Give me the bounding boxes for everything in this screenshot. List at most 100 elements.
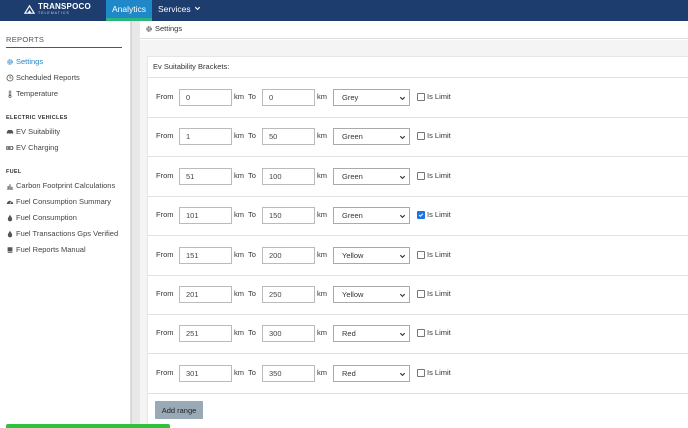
is-limit-checkbox[interactable]: [417, 369, 425, 377]
sidebar-scrollbar[interactable]: [131, 21, 140, 428]
is-limit-checkbox[interactable]: [417, 329, 425, 337]
from-label: From: [156, 92, 174, 101]
sidebar: [0, 21, 131, 428]
sidebar-item-label: EV Charging: [16, 143, 59, 152]
sidebar-item-label: Carbon Footprint Calculations: [16, 181, 116, 190]
nav-services[interactable]: Services: [158, 0, 201, 17]
km-unit-label: km: [234, 92, 244, 101]
breadcrumb-bar: [140, 21, 688, 39]
color-select[interactable]: Red: [333, 324, 410, 342]
sidebar-item-fuel-transactions-gps[interactable]: Fuel Transactions Gps Verified: [6, 229, 118, 238]
chevron-down-icon: [399, 254, 406, 258]
row-divider: [147, 353, 688, 354]
to-label: To: [248, 289, 256, 298]
chevron-down-icon: [399, 293, 406, 297]
loading-progress-bar: [6, 424, 170, 428]
from-label: From: [156, 250, 174, 259]
is-limit-label: Is Limit: [427, 210, 451, 219]
chevron-down-icon: [399, 135, 406, 139]
color-select[interactable]: Yellow: [333, 285, 410, 303]
nav-services-label: Services: [158, 3, 191, 14]
color-select[interactable]: Green: [333, 206, 410, 224]
dashboard-icon: [6, 200, 14, 204]
color-select-value: Red: [342, 368, 356, 378]
to-km-input[interactable]: 350: [262, 364, 315, 382]
to-label: To: [248, 368, 256, 377]
km-unit-label: km: [234, 131, 244, 140]
to-km-input[interactable]: 250: [262, 285, 315, 303]
km-unit-label: km: [317, 131, 327, 140]
color-select[interactable]: Green: [333, 167, 410, 185]
from-km-input[interactable]: 251: [179, 324, 232, 342]
sidebar-item-label: Fuel Transactions Gps Verified: [16, 229, 119, 238]
sidebar-item-scheduled-reports[interactable]: Scheduled Reports: [6, 73, 80, 82]
is-limit-checkbox[interactable]: [417, 290, 425, 298]
bar-chart-icon: [6, 183, 14, 190]
sidebar-item-ev-charging[interactable]: EV Charging: [6, 143, 59, 152]
from-km-input[interactable]: 301: [179, 364, 232, 382]
drop-icon: [7, 214, 13, 221]
from-label: From: [156, 131, 174, 140]
sidebar-item-carbon-footprint[interactable]: Carbon Footprint Calculations: [6, 181, 115, 190]
color-select-value: Green: [342, 171, 363, 181]
from-km-input[interactable]: 1: [179, 127, 232, 145]
to-label: To: [248, 131, 256, 140]
add-range-label: Add range: [161, 405, 197, 415]
from-km-input[interactable]: 201: [179, 285, 232, 303]
is-limit-label: Is Limit: [427, 328, 451, 337]
sidebar-section-ev: ELECTRIC VEHICLES: [6, 115, 68, 121]
is-limit-label: Is Limit: [427, 368, 451, 377]
color-select-value: Yellow: [342, 250, 364, 260]
color-select[interactable]: Yellow: [333, 246, 410, 264]
color-select[interactable]: Red: [333, 364, 410, 382]
from-km-input[interactable]: 51: [179, 167, 232, 185]
from-km-input[interactable]: 151: [179, 246, 232, 264]
transpoco-logo[interactable]: TRANSPOCO TELEMATICS: [24, 2, 91, 17]
to-km-input[interactable]: 150: [262, 206, 315, 224]
add-range-button[interactable]: Add range: [155, 401, 203, 419]
to-km-input[interactable]: 0: [262, 88, 315, 106]
sidebar-item-fuel-consumption[interactable]: Fuel Consumption: [6, 213, 77, 222]
sidebar-item-ev-suitability[interactable]: EV Suitability: [6, 127, 60, 136]
km-unit-label: km: [317, 250, 327, 259]
to-km-input[interactable]: 300: [262, 324, 315, 342]
to-km-input[interactable]: 50: [262, 127, 315, 145]
is-limit-checkbox[interactable]: [417, 172, 425, 180]
color-select-value: Green: [342, 210, 363, 220]
is-limit-checkbox[interactable]: [417, 132, 425, 140]
clock-icon: [6, 74, 14, 81]
to-km-input[interactable]: 200: [262, 246, 315, 264]
row-divider: [147, 275, 688, 276]
color-select-value: Red: [342, 328, 356, 338]
chevron-down-icon: [399, 332, 406, 336]
to-label: To: [248, 171, 256, 180]
book-icon: [7, 246, 13, 253]
km-unit-label: km: [317, 368, 327, 377]
chevron-down-icon: [194, 6, 200, 11]
row-divider: [147, 117, 688, 118]
from-label: From: [156, 368, 174, 377]
is-limit-checkbox[interactable]: [417, 251, 425, 259]
is-limit-checkbox[interactable]: [417, 211, 425, 219]
is-limit-label: Is Limit: [427, 92, 451, 101]
sidebar-item-fuel-reports-manual[interactable]: Fuel Reports Manual: [6, 245, 86, 254]
from-km-input[interactable]: 101: [179, 206, 232, 224]
sidebar-item-label: Fuel Consumption Summary: [16, 197, 112, 206]
sidebar-item-temperature[interactable]: Temperature: [6, 89, 58, 98]
gear-icon: [146, 25, 152, 32]
sidebar-item-settings[interactable]: Settings: [6, 57, 43, 66]
km-unit-label: km: [234, 328, 244, 337]
row-divider: [147, 314, 688, 315]
to-label: To: [248, 210, 256, 219]
sidebar-item-fuel-consumption-summary[interactable]: Fuel Consumption Summary: [6, 197, 111, 206]
to-km-input[interactable]: 100: [262, 167, 315, 185]
color-select-value: Grey: [342, 92, 359, 102]
from-km-input[interactable]: 0: [179, 88, 232, 106]
sidebar-item-label: Settings: [16, 57, 44, 66]
color-select[interactable]: Green: [333, 127, 410, 145]
is-limit-checkbox[interactable]: [417, 93, 425, 101]
nav-analytics[interactable]: Analytics: [106, 0, 152, 21]
battery-icon: [6, 145, 14, 150]
chevron-down-icon: [399, 372, 406, 376]
color-select[interactable]: Grey: [333, 88, 410, 106]
